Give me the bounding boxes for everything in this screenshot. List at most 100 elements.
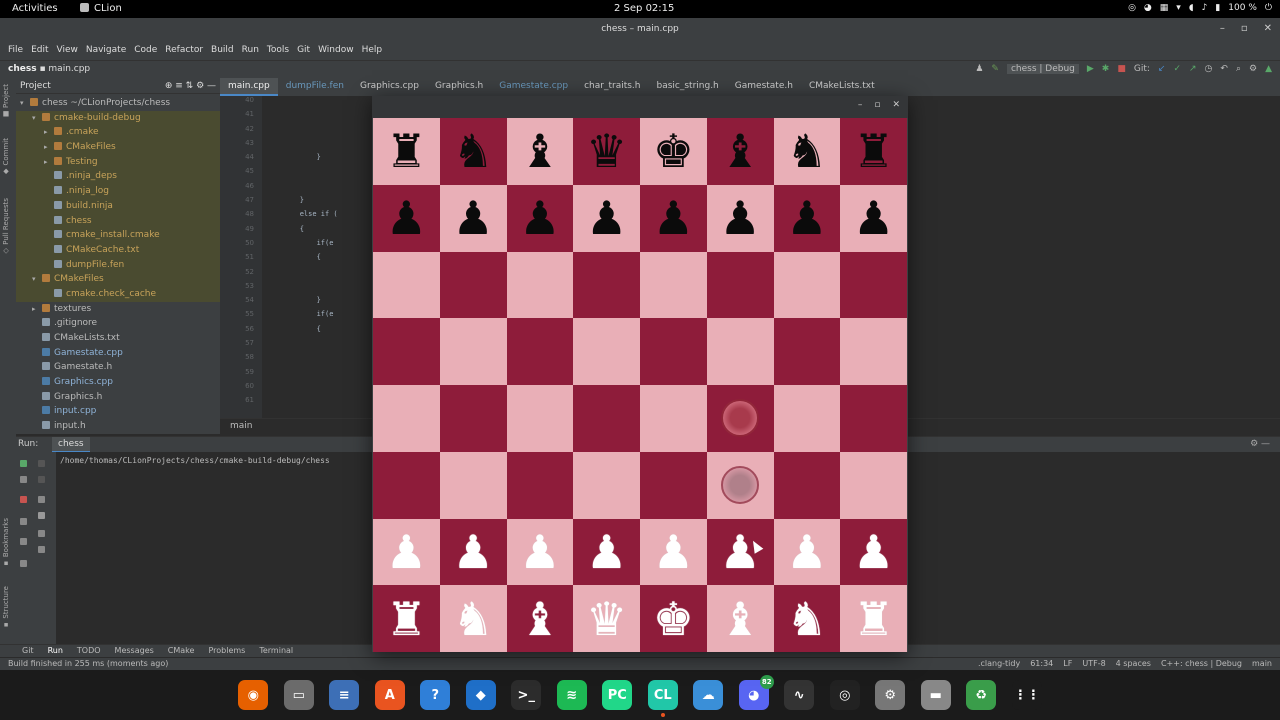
white-pawn-piece[interactable]: ♟	[586, 529, 627, 575]
board-square[interactable]	[506, 318, 574, 385]
white-pawn-piece[interactable]: ♟	[386, 529, 427, 575]
white-queen-piece[interactable]: ♛	[586, 596, 627, 642]
board-square[interactable]: ♟	[573, 184, 640, 252]
settings-icon[interactable]: ⚙	[875, 680, 906, 710]
search-icon[interactable]: ⌕	[1236, 64, 1241, 74]
editor-tab[interactable]: char_traits.h	[576, 78, 648, 96]
app-grid-icon[interactable]: ⋮⋮	[1011, 680, 1042, 710]
chess-minimize-button[interactable]: –	[858, 100, 863, 110]
status-widget[interactable]: 4 spaces	[1116, 659, 1151, 668]
tree-file[interactable]: cmake_install.cmake	[16, 228, 220, 243]
tree-file[interactable]: Graphics.cpp	[16, 375, 220, 390]
git-commit-icon[interactable]: ✓	[1173, 64, 1181, 74]
white-rook-piece[interactable]: ♜	[386, 596, 427, 642]
maximize-button[interactable]: ▫	[1241, 23, 1248, 34]
editor-tab[interactable]: Gamestate.h	[727, 78, 801, 96]
rollback-icon[interactable]: ↶	[1220, 64, 1228, 74]
stop-run-icon[interactable]	[20, 496, 27, 503]
board-square[interactable]: ♞	[439, 118, 507, 185]
tool-window-problems[interactable]: Problems	[208, 645, 245, 657]
debug-icon[interactable]: ✱	[1102, 64, 1110, 74]
terminal-icon[interactable]: >_	[511, 680, 542, 710]
board-square[interactable]: ♜	[373, 118, 440, 185]
editor-tab[interactable]: dumpFile.fen	[278, 78, 352, 96]
board-square[interactable]: ♟	[706, 184, 774, 252]
clion-icon[interactable]: CL	[647, 680, 678, 717]
black-pawn-piece[interactable]: ♟	[853, 195, 894, 241]
board-square[interactable]: ♟	[506, 518, 574, 586]
board-square[interactable]: ♟	[840, 184, 907, 252]
white-bishop-piece[interactable]: ♝	[720, 596, 761, 642]
board-square[interactable]	[573, 318, 640, 385]
tree-file[interactable]: .gitignore	[16, 316, 220, 331]
menu-code[interactable]: Code	[130, 42, 161, 60]
tree-file[interactable]: CMakeCache.txt	[16, 242, 220, 258]
board-square[interactable]: ♚	[640, 585, 707, 652]
black-queen-piece[interactable]: ♛	[586, 128, 627, 174]
tree-file[interactable]: CMakeLists.txt	[16, 331, 220, 346]
rerun-icon[interactable]	[20, 460, 27, 467]
wrench-icon[interactable]	[20, 476, 27, 483]
tree-file[interactable]: Graphics.h	[16, 390, 220, 405]
black-pawn-piece[interactable]: ♟	[453, 195, 494, 241]
menu-view[interactable]: View	[53, 42, 82, 60]
project-panel-title[interactable]: Project	[20, 81, 51, 91]
board-square[interactable]	[573, 451, 640, 519]
nav-file[interactable]: main.cpp	[48, 64, 90, 74]
board-square[interactable]	[373, 385, 440, 452]
files-icon[interactable]: ▭	[283, 680, 314, 710]
system-tray[interactable]: ◎ ◕ ▦ ▾ ◖ ♪ ▮ 100 % ⏻	[1128, 3, 1272, 13]
app-menu[interactable]: CLion	[80, 3, 122, 14]
black-bishop-piece[interactable]: ♝	[720, 128, 761, 174]
user-icon[interactable]: ♟	[975, 64, 983, 74]
board-square[interactable]	[439, 385, 507, 452]
board-square[interactable]	[439, 318, 507, 385]
status-widget[interactable]: LF	[1063, 659, 1072, 668]
board-square[interactable]	[573, 251, 640, 319]
board-square[interactable]	[706, 251, 774, 319]
tree-folder[interactable]: ▸ textures	[16, 302, 220, 317]
menu-help[interactable]: Help	[358, 42, 387, 60]
tree-file[interactable]: .ninja_deps	[16, 169, 220, 185]
text-editor-icon[interactable]: ≡	[329, 680, 360, 710]
board-square[interactable]: ♝	[506, 118, 574, 185]
camera-icon[interactable]	[20, 538, 27, 545]
board-square[interactable]: ♟	[640, 518, 707, 586]
tree-file[interactable]: input.cpp	[16, 404, 220, 419]
board-square[interactable]	[439, 251, 507, 319]
menu-run[interactable]: Run	[238, 42, 263, 60]
editor-tab[interactable]: main.cpp	[220, 78, 278, 96]
run-tab-chess[interactable]: chess	[52, 437, 90, 453]
software-center-icon[interactable]: A	[374, 680, 405, 710]
vscode-icon[interactable]: ◆	[465, 680, 496, 710]
tree-folder[interactable]: ▾ chess ~/CLionProjects/chess	[16, 96, 220, 111]
pin-icon[interactable]	[20, 560, 27, 567]
menu-window[interactable]: Window	[314, 42, 358, 60]
editor-tab[interactable]: Graphics.cpp	[352, 78, 427, 96]
run-panel-settings-icon[interactable]: ⚙ —	[1250, 439, 1270, 449]
clock[interactable]: 2 Sep 02:15	[614, 3, 674, 14]
system-monitor-icon[interactable]: ∿	[784, 680, 815, 710]
editor-tab[interactable]: basic_string.h	[649, 78, 727, 96]
board-square[interactable]: ♝	[706, 118, 774, 185]
trash-icon[interactable]	[38, 546, 45, 553]
soft-wrap-icon[interactable]	[38, 496, 45, 503]
black-pawn-piece[interactable]: ♟	[519, 195, 560, 241]
board-square[interactable]	[373, 318, 440, 385]
board-square[interactable]: ♛	[573, 118, 640, 185]
tree-folder[interactable]: ▸ Testing	[16, 154, 220, 170]
menu-refactor[interactable]: Refactor	[161, 42, 207, 60]
board-square[interactable]	[373, 251, 440, 319]
board-square[interactable]: ♟	[773, 518, 841, 586]
unity-icon[interactable]: ◎	[829, 680, 860, 710]
white-knight-piece[interactable]: ♞	[786, 596, 827, 642]
run-icon[interactable]: ▶	[1087, 64, 1094, 74]
chess-maximize-button[interactable]: ▫	[874, 100, 880, 110]
trash-icon[interactable]: ♻	[966, 680, 997, 710]
board-square[interactable]: ♝	[706, 585, 774, 652]
move-hint-marker[interactable]	[721, 399, 760, 438]
discord-icon[interactable]: ◕ 82	[738, 675, 774, 710]
tree-file[interactable]: build.ninja	[16, 198, 220, 214]
board-square[interactable]: ♟	[640, 184, 707, 252]
board-square[interactable]	[439, 451, 507, 519]
